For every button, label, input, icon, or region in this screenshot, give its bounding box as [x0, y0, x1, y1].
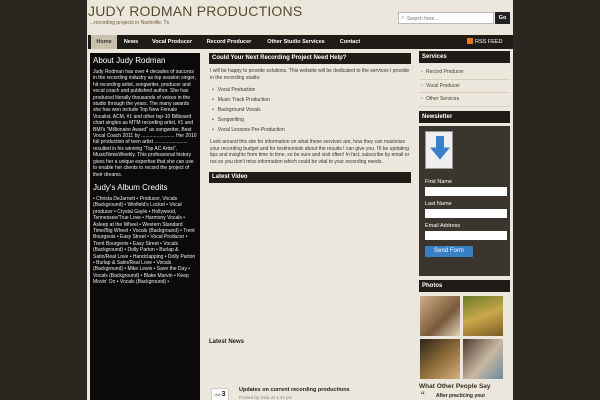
- list-item: Songwriting: [212, 115, 411, 125]
- services-heading: Services: [419, 51, 510, 63]
- download-arrow-icon: [425, 130, 453, 169]
- list-item: Background Vocals: [212, 105, 411, 115]
- photo-thumbnail[interactable]: [463, 295, 503, 336]
- nav-news[interactable]: News: [119, 35, 143, 49]
- service-list: Vocal Production Music Track Production …: [212, 85, 411, 135]
- about-heading: About Judy Rodman: [93, 56, 166, 65]
- right-sidebar: Services Record Producer Vocal Producer …: [419, 51, 510, 390]
- sidebar-item-other-services[interactable]: Other Services: [419, 93, 510, 107]
- intro-text: I will be happy to provide solutions. Th…: [210, 68, 410, 81]
- news-day: 3: [221, 391, 226, 398]
- news-heading: Latest News: [209, 338, 245, 345]
- photo-thumbnail[interactable]: [420, 295, 460, 336]
- news-date: Jul 3: [211, 388, 229, 400]
- credits-heading: Judy's Album Credits: [93, 182, 168, 192]
- newsletter-form: First Name Last Name Email Address Send …: [419, 125, 510, 276]
- photos-heading: Photos: [419, 279, 510, 292]
- rss-icon: [467, 38, 473, 44]
- rss-feed-link[interactable]: RSS FEED: [467, 35, 503, 49]
- about-bio: Judy Rodman has over 4 decades of succes…: [93, 69, 197, 178]
- left-sidebar: About Judy Rodman Judy Rodman has over 4…: [90, 53, 200, 400]
- news-title-link[interactable]: Updates on current recording productions: [239, 387, 350, 393]
- newsletter-heading: Newsletter: [419, 110, 510, 123]
- services-list: Record Producer Vocal Producer Other Ser…: [419, 66, 510, 107]
- help-heading: Could Your Next Recording Project Need H…: [209, 53, 411, 64]
- news-month: Jul: [214, 392, 220, 397]
- site-title[interactable]: JUDY RODMAN PRODUCTIONS: [88, 3, 302, 19]
- search-input[interactable]: [407, 14, 493, 23]
- rss-label: RSS FEED: [475, 39, 503, 45]
- photo-thumbnail[interactable]: [420, 338, 460, 379]
- main-content: Could Your Next Recording Project Need H…: [209, 53, 411, 345]
- nav-other-studio-services[interactable]: Other Studio Services: [259, 35, 333, 49]
- last-name-label: Last Name: [425, 200, 452, 207]
- testimonials-heading: What Other People Say: [419, 382, 491, 390]
- main-nav: Home News Vocal Producer Record Producer…: [88, 35, 513, 49]
- tagline: ...recording projects in Nashville, Tn: [90, 20, 170, 26]
- nav-record-producer[interactable]: Record Producer: [201, 35, 257, 49]
- email-label: Email Address: [425, 222, 461, 229]
- nav-home[interactable]: Home: [91, 35, 117, 49]
- outro-text: Look around this site for information on…: [210, 139, 410, 165]
- send-form-button[interactable]: Send Form: [425, 245, 473, 257]
- news-meta: Posted by Judy at 1:43 pm: [239, 395, 293, 400]
- search-go-button[interactable]: Go: [495, 12, 510, 24]
- video-heading: Latest Video: [209, 171, 411, 183]
- nav-vocal-producer[interactable]: Vocal Producer: [145, 35, 199, 49]
- first-name-field[interactable]: [425, 186, 507, 196]
- email-field[interactable]: [425, 230, 507, 240]
- sidebar-item-vocal-producer[interactable]: Vocal Producer: [419, 80, 510, 93]
- photo-thumbnail[interactable]: [463, 338, 503, 379]
- list-item: Vocal Lessons Pre-Production: [212, 125, 411, 135]
- last-name-field[interactable]: [425, 208, 507, 218]
- quote-icon: “: [421, 390, 425, 400]
- arrow-shape: [430, 135, 450, 160]
- first-name-label: First Name: [425, 178, 452, 185]
- search-box: ⌕: [398, 12, 494, 24]
- testimonial-quote: After practicing your: [436, 393, 486, 399]
- list-item: Vocal Production: [212, 85, 411, 95]
- photo-grid: [420, 295, 510, 379]
- search-icon: ⌕: [401, 15, 405, 21]
- nav-contact[interactable]: Contact: [335, 35, 365, 49]
- sidebar-item-record-producer[interactable]: Record Producer: [419, 66, 510, 80]
- list-item: Music Track Production: [212, 95, 411, 105]
- video-area[interactable]: [209, 183, 411, 333]
- album-credits: • Christa DeJarnett • Producer, Vocals (…: [93, 195, 196, 286]
